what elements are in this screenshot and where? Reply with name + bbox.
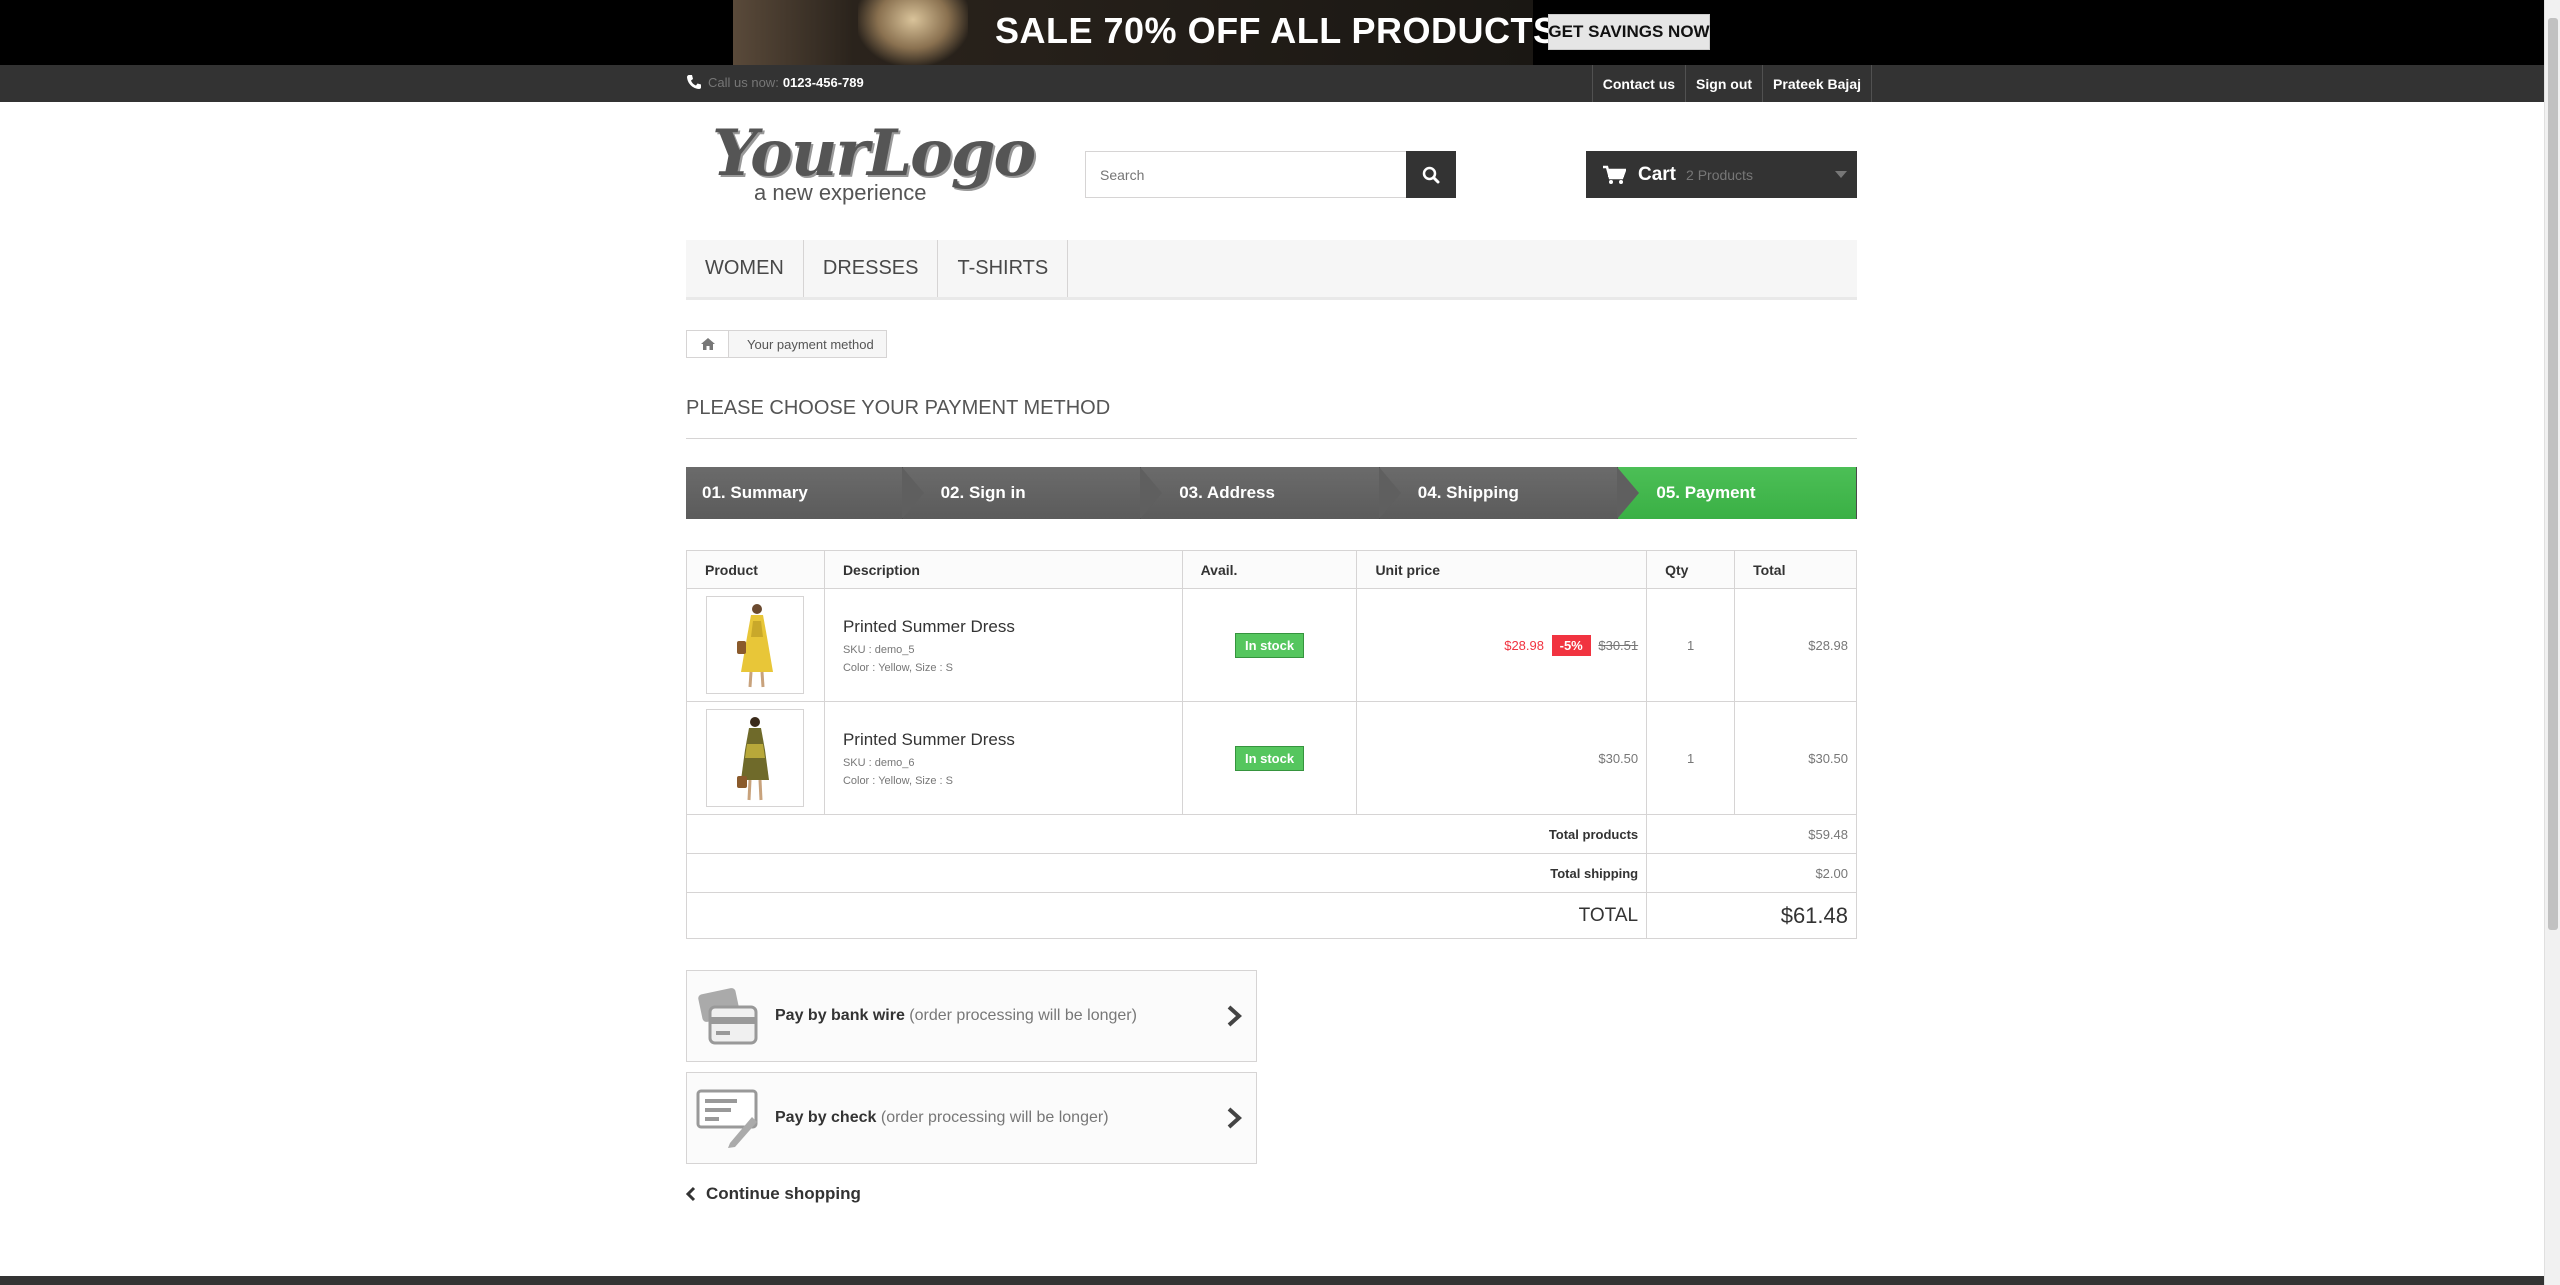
unit-price: $28.98 -5% $30.51 [1356,588,1648,702]
caret-down-icon [1835,171,1847,178]
shopping-cart-icon [1603,165,1626,184]
account-name-link[interactable]: Prateek Bajaj [1762,65,1872,102]
checkout-steps: 01. Summary 02. Sign in 03. Address 04. … [686,467,1857,519]
breadcrumb-current: Your payment method [747,336,874,352]
table-row: Printed Summer Dress SKU : demo_5 Color … [686,588,1857,702]
phone-icon [687,75,701,89]
header-qty: Qty [1646,550,1736,589]
cart-quantity: 2 Products [1686,166,1753,183]
chevron-left-icon [686,1186,696,1202]
cart-summary-table: Product Description Avail. Unit price Qt… [685,550,1857,939]
search-box [1085,151,1456,198]
scrollbar-thumb[interactable] [2548,18,2558,930]
pay-option-note: (order processing will be longer) [909,1007,1137,1024]
grand-total-label: TOTAL [685,892,1648,939]
pay-by-bank-wire-option[interactable]: Pay by bank wire (order processing will … [686,970,1257,1062]
top-nav-bar [0,65,2544,102]
total-products-value: $59.48 [1646,814,1857,854]
sign-out-link[interactable]: Sign out [1685,65,1762,102]
step-sign-in[interactable]: 02. Sign in [902,467,1162,519]
yellow-dress-image [737,604,774,688]
unit-price: $30.50 [1356,701,1648,815]
call-us: Call us now: 0123-456-789 [686,74,864,90]
search-icon [1422,166,1440,183]
stock-badge: In stock [1234,745,1305,771]
header-availability: Avail. [1181,550,1358,589]
main-menu: Women Dresses T-shirts [686,240,1857,300]
continue-shopping-label: Continue shopping [706,1184,861,1203]
cart-block[interactable]: Cart 2 Products [1586,151,1857,198]
menu-item-women[interactable]: Women [686,240,804,297]
page-scrollbar[interactable] [2544,0,2560,1285]
header-unit-price: Unit price [1356,550,1648,589]
product-sku: SKU : demo_6 [842,756,915,769]
breadcrumb: Your payment method [686,330,887,358]
quantity: 1 [1646,701,1736,815]
menu-item-dresses[interactable]: Dresses [804,240,939,297]
header-description: Description [823,550,1183,589]
line-total: $28.98 [1734,588,1857,702]
pay-by-check-option[interactable]: Pay by check (order processing will be l… [686,1072,1257,1164]
chevron-right-icon [1227,1005,1242,1027]
step-payment: 05. Payment [1618,467,1857,519]
total-products-row: Total products $59.48 [685,814,1857,854]
logo-tagline: a new experience [754,180,927,205]
total-shipping-label: Total shipping [685,853,1648,893]
step-address[interactable]: 03. Address [1141,467,1401,519]
total-shipping-value: $2.00 [1646,853,1857,893]
product-name[interactable]: Printed Summer Dress [843,617,1182,637]
grand-total-value: $61.48 [1646,892,1857,939]
search-button[interactable] [1406,151,1456,198]
quantity: 1 [1646,588,1736,702]
search-input[interactable] [1086,152,1406,197]
get-savings-button[interactable]: GET SAVINGS NOW [1548,14,1710,50]
home-icon [700,338,715,350]
banner-model-image [858,0,968,65]
product-attributes: Color : Yellow, Size : S [842,774,953,787]
step-summary[interactable]: 01. Summary [686,467,924,519]
chevron-right-icon [1227,1107,1242,1129]
contact-us-link[interactable]: Contact us [1591,65,1685,102]
call-label: Call us now: [708,74,779,90]
old-price: $30.51 [1598,637,1639,653]
pay-option-label: Pay by check [775,1109,877,1126]
logo-wordmark: YourLogo [712,116,1036,191]
grand-total-row: TOTAL $61.48 [685,892,1857,939]
page-title: Please choose your payment method [686,397,1857,439]
product-name[interactable]: Printed Summer Dress [843,730,1182,750]
site-logo[interactable]: YourLogo a new experience [712,116,1036,212]
stock-badge: In stock [1234,632,1305,658]
bank-card-icon [698,988,758,1045]
total-shipping-row: Total shipping $2.00 [685,853,1857,893]
promo-banner[interactable]: SALE 70% OFF ALL PRODUCTS GET SAVINGS NO… [0,0,2544,65]
total-products-label: Total products [685,814,1648,854]
product-sku: SKU : demo_5 [842,643,915,656]
header-total: Total [1734,550,1857,589]
breadcrumb-home[interactable] [687,331,729,357]
product-attributes: Color : Yellow, Size : S [842,661,953,674]
special-price: $28.98 [1504,637,1544,653]
check-icon [696,1089,758,1148]
table-row: Printed Summer Dress SKU : demo_6 Color … [686,701,1857,815]
line-total: $30.50 [1734,701,1857,815]
footer-bar [0,1276,2544,1285]
step-shipping[interactable]: 04. Shipping [1379,467,1639,519]
table-header-row: Product Description Avail. Unit price Qt… [686,550,1857,589]
pay-option-label: Pay by bank wire [775,1007,905,1024]
cart-title: Cart [1638,163,1677,185]
header-product: Product [686,550,825,589]
menu-item-tshirts[interactable]: T-shirts [938,240,1069,297]
continue-shopping-link[interactable]: Continue shopping [686,1184,861,1204]
discount-badge: -5% [1551,634,1591,656]
phone-number: 0123-456-789 [782,74,864,90]
pay-option-note: (order processing will be longer) [880,1109,1109,1126]
banner-headline: SALE 70% OFF ALL PRODUCTS [995,10,1558,51]
product-image[interactable] [706,596,805,694]
printed-dress-image [737,717,770,801]
product-image[interactable] [706,709,805,807]
account-links: Contact us Sign out Prateek Bajaj [1591,65,1872,102]
